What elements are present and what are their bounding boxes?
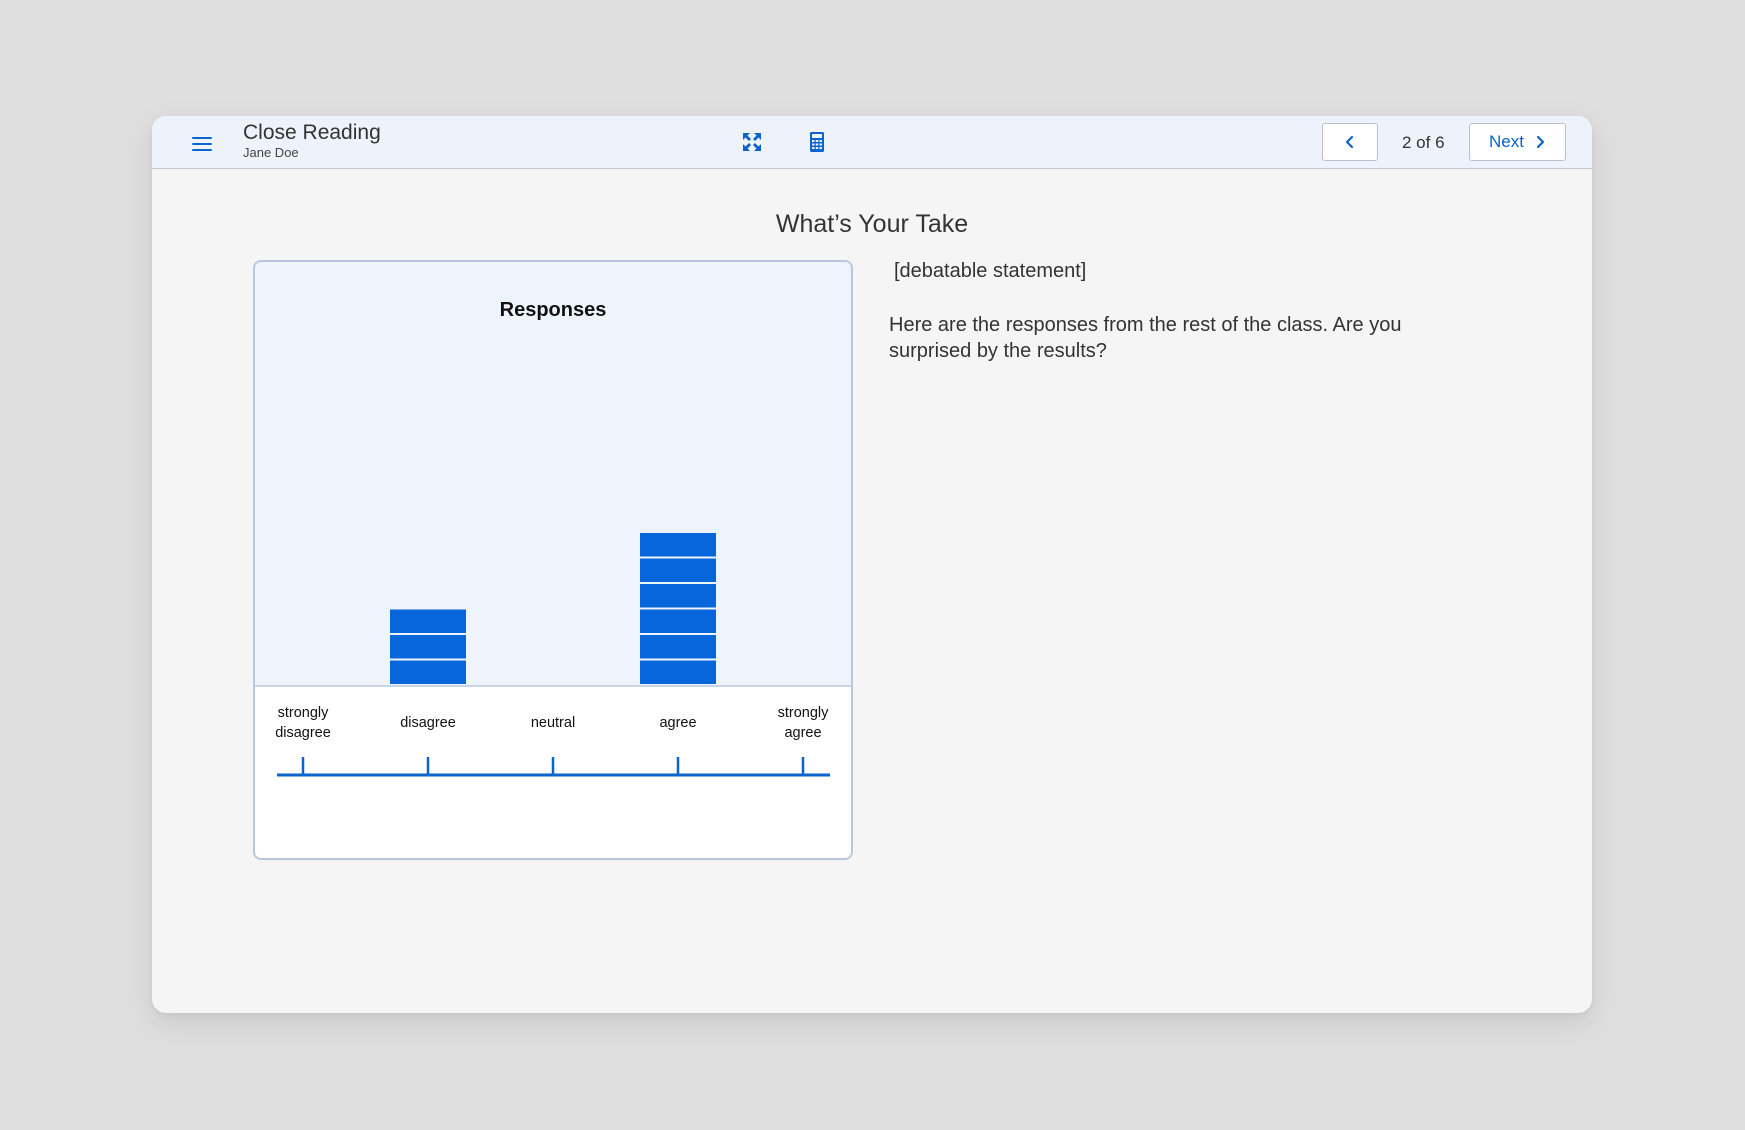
next-label: Next — [1489, 132, 1524, 151]
student-name: Jane Doe — [243, 145, 299, 160]
top-bar: Close Reading Jane Doe 2 of 6 Next — [152, 116, 1592, 169]
previous-button[interactable] — [1322, 123, 1378, 161]
page-title: What’s Your Take — [775, 210, 969, 238]
category-label: agree — [659, 715, 696, 731]
calculator-icon[interactable] — [805, 130, 829, 154]
response-block — [640, 558, 716, 582]
category-label: strongly — [778, 705, 830, 721]
response-block — [390, 660, 466, 684]
chevron-left-icon — [1345, 135, 1354, 149]
expand-arrows-icon[interactable] — [740, 130, 764, 154]
response-block — [640, 635, 716, 659]
prompt-text: Here are the responses from the rest of … — [889, 314, 1402, 362]
chevron-right-icon — [1536, 135, 1545, 149]
chart-title: Responses — [500, 299, 607, 321]
chart-svg: Responses strongly disagree disagree neutral… — [255, 262, 851, 777]
plot-area — [255, 262, 851, 686]
response-block — [640, 533, 716, 557]
debatable-statement: [debatable statement] — [894, 260, 1087, 282]
app-window: Close Reading Jane Doe 2 of 6 Next What’… — [152, 116, 1592, 1013]
response-block — [390, 635, 466, 659]
category-label: disagree — [275, 725, 331, 741]
category-label: agree — [784, 725, 821, 741]
next-button[interactable]: Next — [1469, 123, 1566, 161]
app-title: Close Reading — [243, 121, 381, 144]
hamburger-menu-icon[interactable] — [190, 133, 214, 153]
category-label: disagree — [400, 715, 456, 731]
response-block — [640, 584, 716, 608]
response-block — [640, 660, 716, 684]
response-block — [390, 609, 466, 633]
page-indicator: 2 of 6 — [1402, 133, 1445, 152]
category-label: strongly — [278, 705, 330, 721]
category-label: neutral — [531, 715, 575, 731]
response-block — [640, 609, 716, 633]
responses-chart: Responses strongly disagree disagree neutral… — [253, 260, 853, 860]
